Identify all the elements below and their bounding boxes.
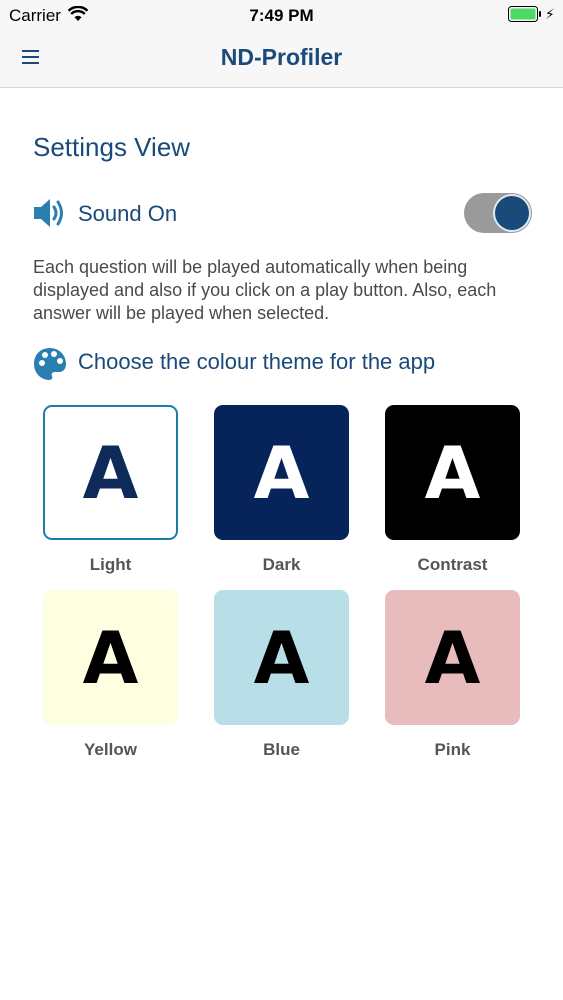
theme-label-yellow: Yellow (84, 740, 137, 759)
theme-tile-yellow[interactable]: A (43, 590, 178, 725)
theme-tile-dark[interactable]: A (214, 405, 349, 540)
palette-icon (32, 346, 68, 387)
tile-letter: A (253, 430, 310, 515)
theme-label-pink: Pink (434, 740, 471, 759)
charging-icon: ⚡ (545, 6, 555, 22)
theme-label-light: Light (89, 555, 132, 574)
theme-label-contrast: Contrast (417, 555, 488, 574)
clock-time: 7:49 PM (249, 6, 314, 25)
theme-heading-label: Choose the colour theme for the app (78, 349, 436, 374)
toggle-knob (495, 196, 529, 230)
app-title: ND-Profiler (220, 44, 343, 70)
sound-label: Sound On (78, 201, 178, 226)
tile-letter: A (424, 430, 481, 515)
tile-letter: A (82, 430, 139, 515)
speaker-icon (32, 197, 68, 234)
sound-row: Sound On (32, 193, 532, 235)
theme-heading: Choose the colour theme for the app (32, 344, 532, 384)
status-bar: Carrier 7:49 PM ⚡ (0, 0, 563, 30)
tile-letter: A (253, 615, 310, 700)
tile-letter: A (82, 615, 139, 700)
theme-label-blue: Blue (263, 740, 300, 759)
battery-icon (508, 6, 542, 27)
sound-description: Each question will be played automatical… (33, 257, 497, 323)
theme-tile-light[interactable]: A (43, 405, 178, 540)
theme-label-dark: Dark (262, 555, 301, 574)
theme-tile-blue[interactable]: A (214, 590, 349, 725)
theme-tile-pink[interactable]: A (385, 590, 520, 725)
nav-bar: ND-Profiler (0, 30, 563, 88)
theme-tile-contrast[interactable]: A (385, 405, 520, 540)
sound-toggle[interactable] (464, 193, 532, 233)
tile-letter: A (424, 615, 481, 700)
page-title: Settings View (33, 132, 191, 162)
